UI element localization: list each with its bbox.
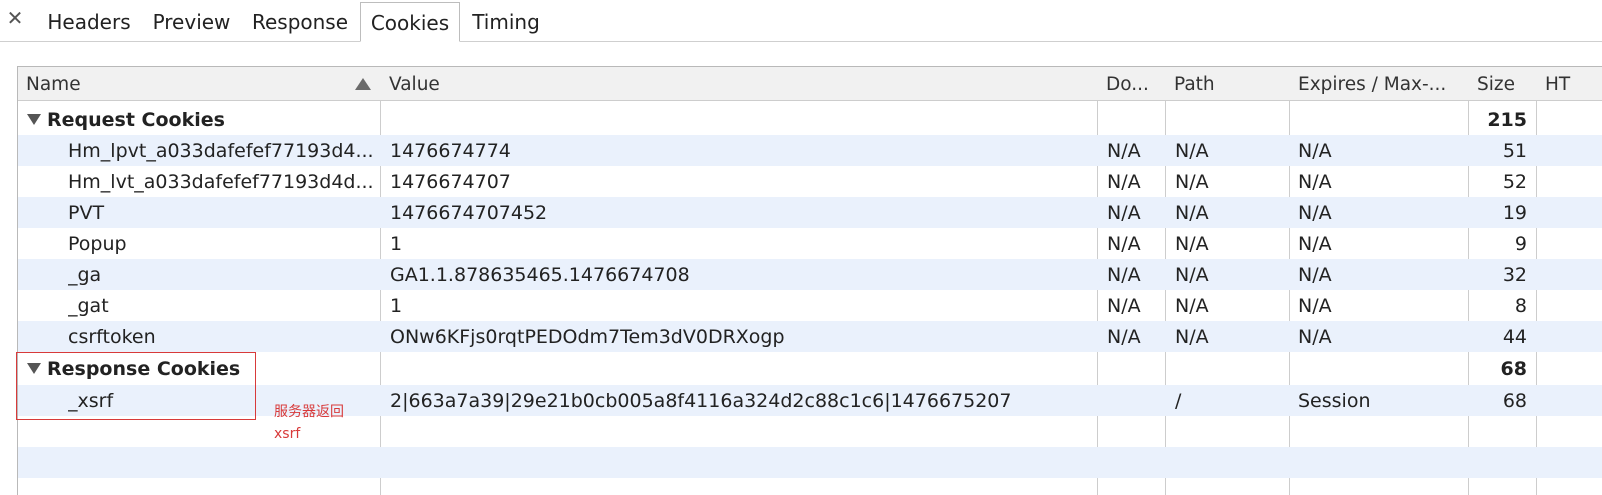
column-header-expires[interactable]: Expires / Max-...	[1290, 67, 1468, 100]
cookie-expires: N/A	[1298, 233, 1332, 255]
cookie-value: 1	[390, 295, 403, 317]
cookie-value: ONw6KFjs0rqtPEDOdm7Tem3dV0DRXogp	[390, 326, 785, 348]
group-row-response-cookies[interactable]: Response Cookies 68	[18, 353, 1602, 384]
column-header-path[interactable]: Path	[1166, 67, 1289, 100]
cookie-name: Popup	[68, 233, 127, 255]
empty-row	[18, 478, 1602, 495]
cookies-table: Name Value Do... Path Expires / Max-... …	[17, 66, 1602, 495]
tab-headers[interactable]: Headers	[38, 2, 140, 41]
cookie-value: 1	[390, 233, 403, 255]
empty-row	[18, 447, 1602, 478]
cookie-value: 1476674774	[390, 140, 511, 162]
cookie-name: PVT	[68, 202, 105, 224]
cookie-name: _gat	[68, 295, 109, 317]
cookie-domain: N/A	[1107, 171, 1141, 193]
cookie-domain: N/A	[1107, 233, 1141, 255]
group-label[interactable]: Request Cookies	[27, 104, 377, 135]
cookie-domain: N/A	[1107, 295, 1141, 317]
cookie-domain: N/A	[1107, 202, 1141, 224]
cookie-size: 9	[1514, 233, 1527, 255]
cookie-size: 19	[1502, 202, 1527, 224]
cookie-expires: N/A	[1298, 140, 1332, 162]
group-size: 68	[1500, 358, 1527, 380]
cookie-domain: N/A	[1107, 264, 1141, 286]
cookie-name: csrftoken	[68, 326, 156, 348]
cookie-expires: N/A	[1298, 295, 1332, 317]
column-header-value[interactable]: Value	[381, 67, 1097, 100]
cookie-value: GA1.1.878635465.1476674708	[390, 264, 690, 286]
table-row[interactable]: _ga GA1.1.878635465.1476674708 N/A N/A N…	[18, 259, 1602, 290]
cookie-expires: N/A	[1298, 326, 1332, 348]
expand-triangle-icon[interactable]	[27, 114, 41, 125]
tab-timing[interactable]: Timing	[463, 2, 549, 41]
tab-preview[interactable]: Preview	[144, 2, 239, 41]
cookie-size: 32	[1502, 264, 1527, 286]
cookie-name: _ga	[68, 264, 102, 286]
group-row-request-cookies[interactable]: Request Cookies 215	[18, 104, 1602, 135]
cookie-size: 8	[1514, 295, 1527, 317]
cookie-path: N/A	[1175, 140, 1209, 162]
cookie-name: Hm_lpvt_a033dafefef77193d4...	[68, 140, 374, 162]
table-row[interactable]: Hm_lvt_a033dafefef77193d4d... 1476674707…	[18, 166, 1602, 197]
devtools-tab-bar: ✕ Headers Preview Response Cookies Timin…	[0, 0, 1602, 42]
column-header-domain[interactable]: Do...	[1098, 67, 1165, 100]
table-row[interactable]: _xsrf 2|663a7a39|29e21b0cb005a8f4116a324…	[18, 385, 1602, 416]
column-header-http[interactable]: HT	[1537, 67, 1602, 100]
table-header: Name Value Do... Path Expires / Max-... …	[18, 67, 1602, 101]
cookie-path: N/A	[1175, 202, 1209, 224]
cookie-path: N/A	[1175, 264, 1209, 286]
cookie-expires: N/A	[1298, 202, 1332, 224]
cookie-path: N/A	[1175, 233, 1209, 255]
cookie-path: N/A	[1175, 171, 1209, 193]
group-label-text: Request Cookies	[47, 109, 225, 131]
cookie-path: /	[1175, 390, 1182, 412]
table-row[interactable]: _gat 1 N/A N/A N/A 8	[18, 290, 1602, 321]
tab-response[interactable]: Response	[243, 2, 357, 41]
table-row[interactable]: csrftoken ONw6KFjs0rqtPEDOdm7Tem3dV0DRXo…	[18, 321, 1602, 352]
cookie-name: Hm_lvt_a033dafefef77193d4d...	[68, 171, 374, 193]
cookie-domain	[1107, 385, 1163, 416]
annotation-note: 服务器返回 xsrf	[274, 404, 344, 442]
cookie-path: N/A	[1175, 295, 1209, 317]
expand-triangle-icon[interactable]	[27, 363, 41, 374]
cookie-expires: Session	[1298, 390, 1371, 412]
column-header-name[interactable]: Name	[18, 67, 380, 100]
empty-row	[18, 416, 1602, 447]
group-label-text: Response Cookies	[47, 358, 241, 380]
group-size: 215	[1487, 109, 1527, 131]
close-icon[interactable]: ✕	[5, 6, 25, 30]
cookie-expires: N/A	[1298, 171, 1332, 193]
cookie-size: 68	[1502, 390, 1527, 412]
cookie-size: 51	[1502, 140, 1527, 162]
cookie-value: 1476674707	[390, 171, 511, 193]
column-header-size[interactable]: Size	[1469, 67, 1536, 100]
cookie-value: 2|663a7a39|29e21b0cb005a8f4116a324d2c88c…	[390, 390, 1012, 412]
sort-ascending-icon	[355, 78, 371, 90]
table-row[interactable]: PVT 1476674707452 N/A N/A N/A 19	[18, 197, 1602, 228]
table-row[interactable]: Hm_lpvt_a033dafefef77193d4... 1476674774…	[18, 135, 1602, 166]
column-header-label: Name	[26, 74, 81, 95]
tab-cookies[interactable]: Cookies	[360, 2, 460, 42]
cookie-size: 52	[1502, 171, 1527, 193]
cookie-domain: N/A	[1107, 140, 1141, 162]
cookie-domain: N/A	[1107, 326, 1141, 348]
group-label[interactable]: Response Cookies	[27, 353, 377, 384]
cookie-expires: N/A	[1298, 264, 1332, 286]
cookie-value: 1476674707452	[390, 202, 548, 224]
cookie-path: N/A	[1175, 326, 1209, 348]
cookie-size: 44	[1502, 326, 1527, 348]
table-row[interactable]: Popup 1 N/A N/A N/A 9	[18, 228, 1602, 259]
